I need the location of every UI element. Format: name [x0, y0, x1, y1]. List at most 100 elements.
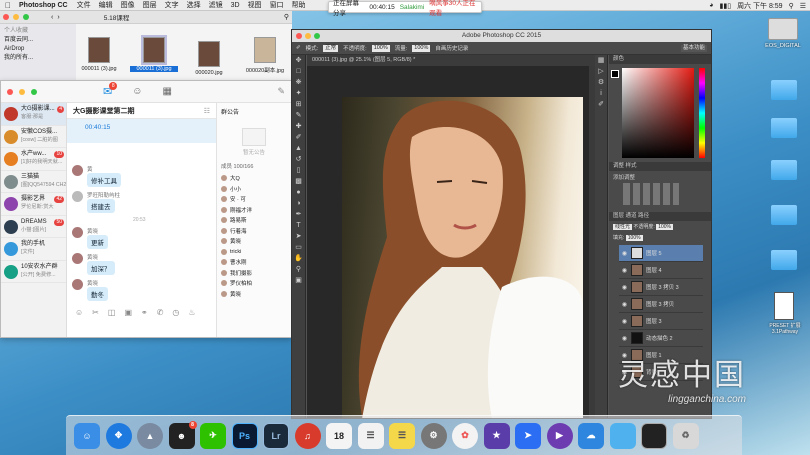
minimize-button[interactable]: [13, 14, 19, 20]
sidebar-item-airdrop[interactable]: AirDrop: [4, 45, 72, 54]
brush-tool-icon[interactable]: ✐: [292, 132, 305, 143]
phone-icon[interactable]: ✆: [157, 308, 164, 317]
eye-icon[interactable]: ◉: [621, 335, 628, 342]
call-banner[interactable]: 00:40:15: [67, 119, 216, 143]
layer-row[interactable]: ◉ 图层 3 拷贝 3: [619, 279, 703, 297]
sidebar-item-all-files[interactable]: 我的所有...: [4, 54, 72, 63]
app-menu[interactable]: Photoshop CC: [19, 2, 68, 9]
color-picker-field[interactable]: [622, 68, 694, 158]
close-button[interactable]: [3, 14, 9, 20]
menu-image[interactable]: 图像: [121, 0, 135, 10]
contacts-tab-icon[interactable]: ☺: [132, 86, 142, 97]
folder-icon[interactable]: ◫: [108, 308, 116, 317]
safari-icon[interactable]: ✥: [105, 422, 132, 449]
menu-list-icon[interactable]: ☰: [800, 2, 806, 10]
trash-icon[interactable]: ♻: [672, 422, 699, 449]
conversation-item[interactable]: DREAMS 小猫:[图片] 50: [1, 216, 66, 238]
close-button[interactable]: [7, 88, 13, 95]
opacity-field[interactable]: 100%: [371, 44, 390, 52]
menu-3d[interactable]: 3D: [231, 2, 240, 9]
baidu-cloud-icon[interactable]: ☁: [578, 422, 604, 449]
menu-edit[interactable]: 编辑: [99, 0, 113, 10]
folder-icon[interactable]: [771, 80, 797, 100]
file-thumbnail[interactable]: [88, 37, 110, 63]
back-icon[interactable]: ‹: [51, 14, 53, 21]
launchpad-icon[interactable]: ▲: [137, 422, 163, 449]
member-item[interactable]: 刚福才洋: [217, 205, 291, 216]
eraser-tool-icon[interactable]: ▯: [292, 165, 305, 176]
folder-icon[interactable]: [771, 118, 797, 138]
eye-icon[interactable]: ◉: [621, 318, 628, 325]
move-tool-icon[interactable]: ✥: [292, 55, 305, 66]
menu-view[interactable]: 视图: [248, 0, 262, 10]
zoom-button[interactable]: [23, 14, 29, 20]
forward-icon[interactable]: ›: [57, 14, 59, 21]
history-brush-icon[interactable]: ↺: [292, 154, 305, 165]
battery-icon[interactable]: ▮▮▯: [720, 2, 732, 10]
flow-field[interactable]: 100%: [412, 44, 431, 52]
channels-tab[interactable]: 通道: [626, 213, 637, 219]
drive-icon[interactable]: [768, 18, 798, 40]
folder-icon[interactable]: [609, 422, 636, 449]
preset-file-icon[interactable]: [774, 292, 794, 320]
portrait-photo[interactable]: [342, 97, 583, 418]
adjustments-tab[interactable]: 调整: [613, 163, 624, 169]
zoom-tool-icon[interactable]: ⚲: [292, 264, 305, 275]
scissors-icon[interactable]: ✂: [92, 308, 99, 317]
conversation-item[interactable]: 10安农水产群 [公开] 免费修...: [1, 261, 66, 283]
member-item[interactable]: 小小: [217, 184, 291, 195]
clock-icon[interactable]: ◷: [172, 308, 179, 317]
menu-filter[interactable]: 滤镜: [209, 0, 223, 10]
member-item[interactable]: 黄晓: [217, 289, 291, 300]
workspace-select[interactable]: 基本功能: [680, 44, 707, 52]
minimize-button[interactable]: [305, 33, 311, 39]
eye-icon[interactable]: ◉: [621, 267, 628, 274]
healing-tool-icon[interactable]: ✚: [292, 121, 305, 132]
path-select-icon[interactable]: ➤: [292, 231, 305, 242]
preset-file-label[interactable]: PRESET 扩展 3.1Pathway: [760, 322, 810, 335]
zoom-button[interactable]: [314, 33, 320, 39]
file-thumbnail[interactable]: [198, 41, 220, 67]
photos-icon[interactable]: ✿: [452, 422, 478, 449]
fill-field[interactable]: 100%: [625, 235, 643, 241]
hue-slider[interactable]: [699, 68, 705, 158]
hand-tool-icon[interactable]: ✋: [292, 253, 305, 264]
notes-icon[interactable]: ☰: [389, 422, 415, 449]
layer-row[interactable]: ◉ 图层 3: [619, 313, 703, 331]
apple-icon[interactable]: : [5, 1, 11, 10]
folder-icon[interactable]: [771, 205, 797, 225]
actions-panel-icon[interactable]: ▷: [595, 66, 607, 77]
blend-mode-select[interactable]: 线性光: [613, 224, 633, 230]
message-bubble[interactable]: 加深？: [87, 261, 115, 275]
member-item[interactable]: tricki: [217, 247, 291, 258]
layer-row[interactable]: ◉ 图层 4: [619, 262, 703, 280]
quick-select-tool-icon[interactable]: ✦: [292, 88, 305, 99]
compose-icon[interactable]: ✎: [277, 86, 285, 97]
paths-tab[interactable]: 路径: [638, 213, 649, 219]
history-panel-icon[interactable]: ▦: [595, 55, 607, 66]
layers-tab[interactable]: 图层: [613, 213, 624, 219]
menu-type[interactable]: 文字: [165, 0, 179, 10]
bell-icon[interactable]: ♨: [188, 308, 195, 317]
properties-panel-icon[interactable]: ⚙: [595, 77, 607, 88]
color-panel-tab[interactable]: 颜色: [609, 55, 711, 64]
member-item[interactable]: 罗仪柏柏: [217, 278, 291, 289]
member-item[interactable]: 安 · 可: [217, 194, 291, 205]
eye-icon[interactable]: ◉: [621, 250, 628, 257]
brush-tool-icon[interactable]: ✐: [296, 45, 301, 51]
folder-icon[interactable]: [771, 160, 797, 180]
screen-icon[interactable]: [641, 422, 667, 449]
brush-panel-icon[interactable]: ✐: [595, 99, 607, 110]
info-panel-icon[interactable]: i: [595, 88, 607, 99]
file-name[interactable]: 000020.jpg: [185, 70, 233, 76]
menu-select[interactable]: 选择: [187, 0, 201, 10]
message-bubble[interactable]: 搭建去: [87, 199, 115, 213]
mic-icon[interactable]: ⚭: [141, 308, 148, 317]
conversation-item[interactable]: 三猫猫 [图]QQ547594 CH2: [1, 171, 66, 193]
dodge-tool-icon[interactable]: ◑: [292, 198, 305, 209]
chat-more-icon[interactable]: ☷: [204, 107, 210, 115]
wifi-icon[interactable]: ◕: [709, 2, 713, 9]
menu-window[interactable]: 窗口: [270, 0, 284, 10]
wechat-icon[interactable]: ✈: [200, 422, 226, 449]
color-swatch-icon[interactable]: ▣: [292, 275, 305, 286]
